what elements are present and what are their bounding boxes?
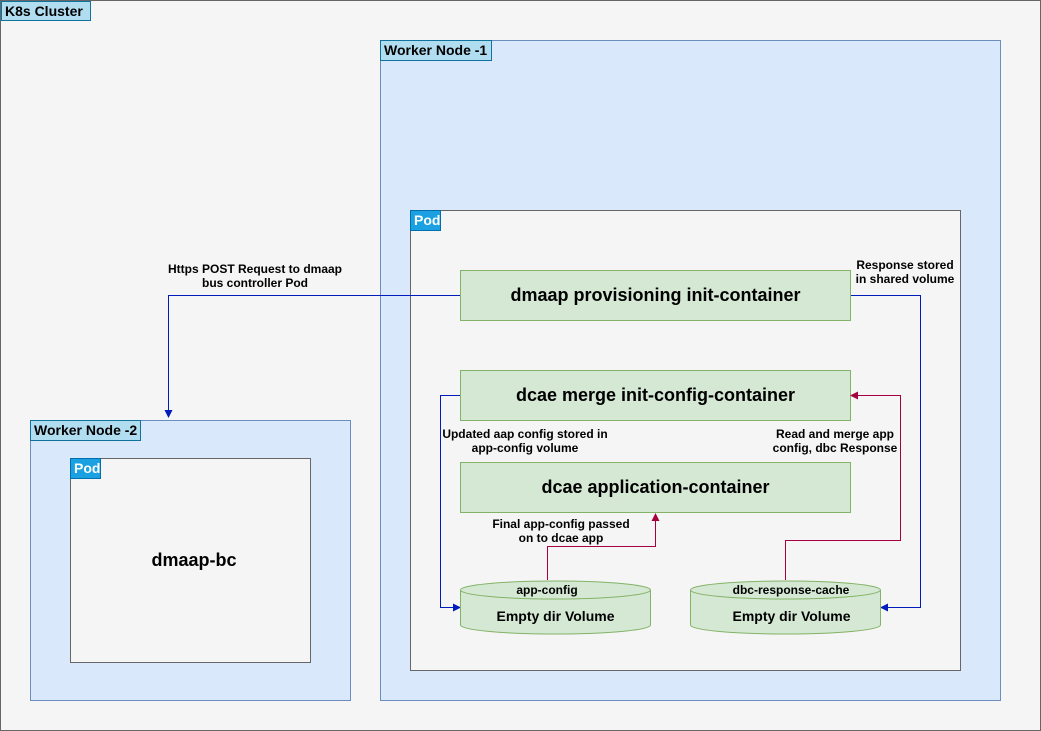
response-stored-note-line-1: Response stored [856, 258, 954, 272]
response-stored-note-line-2: in shared volume [855, 272, 955, 286]
https-post-note-line-2: bus controller Pod [201, 276, 308, 290]
read-merge-arrow [785, 391, 901, 580]
updated-config-note-line-2: app-config volume [471, 441, 579, 455]
app-config-volume-label: Empty dir Volume [496, 608, 615, 624]
diagram-canvas: K8s Cluster Worker Node -1 Pod Worker No… [0, 0, 1041, 731]
read-merge-note-line-1: Read and merge app [775, 427, 895, 441]
read-merge-note-line-2: config, dbc Response [772, 441, 898, 455]
dbc-cache-volume-label: Empty dir Volume [732, 608, 851, 624]
read-merge-note: Read and merge app config, dbc Response [765, 427, 905, 455]
final-config-note-line-1: Final app-config passed [492, 517, 630, 531]
response-stored-note: Response stored in shared volume [848, 258, 962, 286]
updated-config-note-line-1: Updated aap config stored in [442, 427, 608, 441]
updated-config-note: Updated aap config stored in app-config … [440, 427, 610, 455]
app-config-volume-name: app-config [516, 583, 578, 597]
https-post-note-line-1: Https POST Request to dmaap [167, 262, 343, 276]
dbc-cache-volume-name: dbc-response-cache [732, 583, 850, 597]
final-config-note-line-2: on to dcae app [518, 531, 604, 545]
https-post-arrow [164, 295, 460, 418]
final-config-note: Final app-config passed on to dcae app [480, 517, 642, 545]
https-post-note: Https POST Request to dmaap bus controll… [150, 262, 360, 290]
